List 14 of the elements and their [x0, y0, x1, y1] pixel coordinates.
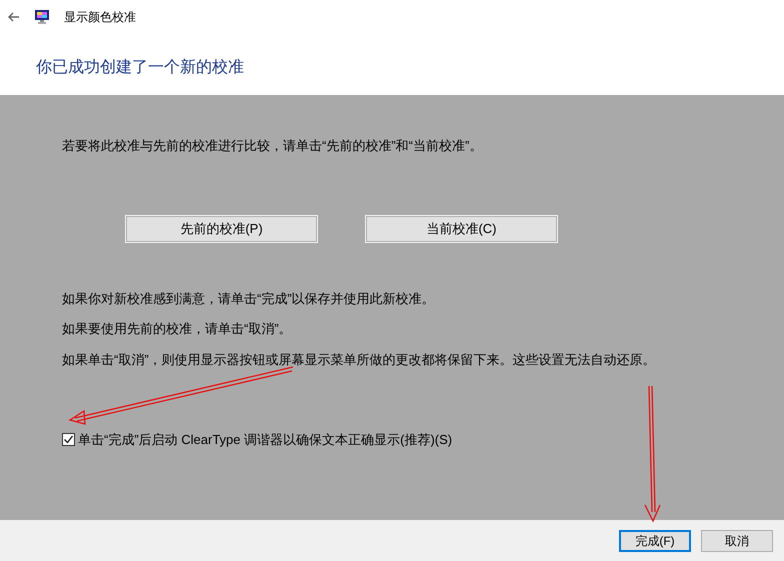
- instruction-text: 若要将此校准与先前的校准进行比较，请单击“先前的校准”和“当前校准”。: [62, 137, 482, 155]
- compare-button[interactable]: 先前的校准(P): [126, 216, 317, 242]
- monitor-icon: [34, 9, 50, 25]
- note-text: 如果要使用先前的校准，请单击“取消”。: [62, 320, 292, 338]
- compare-button[interactable]: 当前校准(C): [366, 216, 557, 242]
- page-heading: 你已成功创建了一个新的校准: [36, 58, 244, 78]
- note-text: 如果单击“取消”，则使用显示器按钮或屏幕显示菜单所做的更改都将保留下来。这些设置无法自动还原。: [62, 350, 656, 368]
- cleartype-checkbox[interactable]: 单击“完成”后启动 ClearType 调谐器以确保文本正确显示(推荐)(S): [62, 430, 452, 450]
- dialog-button[interactable]: 取消: [701, 530, 773, 552]
- note-text: 如果你对新校准感到满意，请单击“完成”以保存并使用此新校准。: [62, 290, 435, 308]
- checkmark-icon: [63, 434, 74, 446]
- back-arrow-icon[interactable]: [8, 12, 20, 22]
- dialog-button[interactable]: 完成(F): [619, 530, 691, 552]
- window-title: 显示颜色校准: [64, 9, 136, 26]
